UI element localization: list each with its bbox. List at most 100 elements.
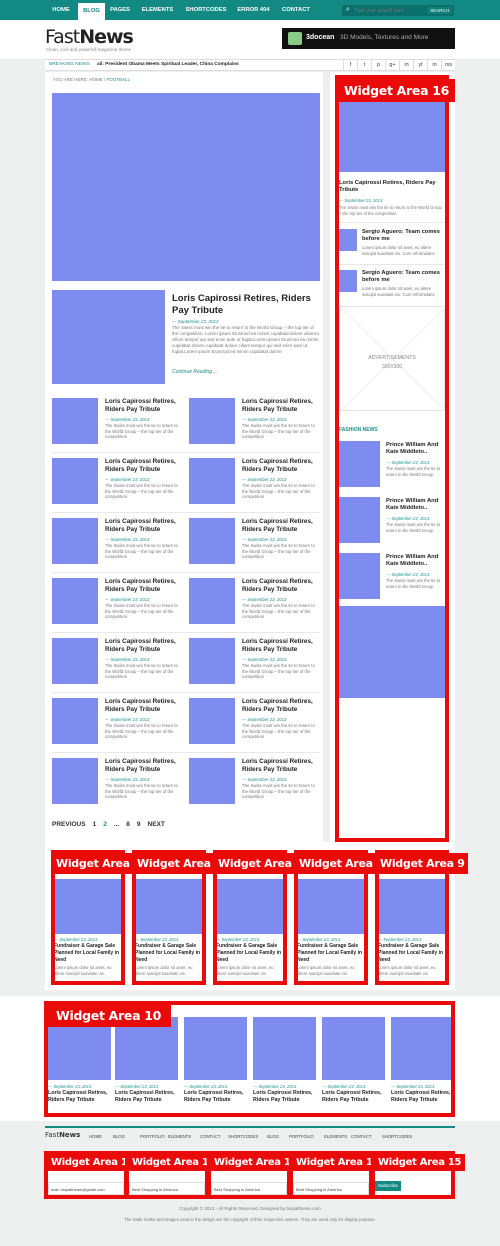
pagination-page-9[interactable]: 9 bbox=[137, 821, 141, 828]
post-card-image[interactable] bbox=[52, 518, 98, 564]
post-card-title[interactable]: Loris Capirossi Retires, Riders Pay Trib… bbox=[105, 518, 185, 533]
post-card-title[interactable]: Loris Capirossi Retires, Riders Pay Trib… bbox=[242, 518, 322, 533]
widget-area-9-label: Widget Area 9 bbox=[377, 853, 468, 874]
post-card-image[interactable] bbox=[52, 638, 98, 684]
pinterest-icon[interactable]: p bbox=[371, 60, 385, 71]
post-card-image[interactable] bbox=[52, 578, 98, 624]
nav-item-error-404[interactable]: ERROR 404 bbox=[232, 0, 275, 20]
post-card-title[interactable]: Loris Capirossi Retires, Riders Pay Trib… bbox=[242, 398, 322, 413]
youtube-icon[interactable]: yt bbox=[413, 60, 427, 71]
post-card-title[interactable]: Loris Capirossi Retires, Riders Pay Trib… bbox=[105, 698, 185, 713]
post-card: Loris Capirossi Retires, Riders Pay Trib… bbox=[52, 398, 186, 448]
post-card: Loris Capirossi Retires, Riders Pay Trib… bbox=[189, 698, 323, 748]
post-card-date: — September 23, 2013 bbox=[105, 477, 150, 482]
divider bbox=[52, 692, 320, 693]
footer-nav-item[interactable]: SHORTCODES bbox=[228, 1134, 258, 1139]
widget-area-16-label: Widget Area 16 bbox=[338, 79, 456, 102]
header-ad-banner[interactable]: 3docean 3D Models, Textures and More bbox=[282, 28, 455, 49]
footer-nav-item[interactable]: BLOG bbox=[113, 1134, 125, 1139]
nav-item-home[interactable]: HOME bbox=[44, 0, 78, 20]
footer-nav-item[interactable]: ELEMENTS bbox=[168, 1134, 191, 1139]
footer-nav-item[interactable]: SHORTCODES bbox=[382, 1134, 412, 1139]
post-card-title[interactable]: Loris Capirossi Retires, Riders Pay Trib… bbox=[105, 638, 185, 653]
footer-widget-field[interactable]: Best Shopping in America bbox=[293, 1182, 369, 1195]
post-card-summary: The Swiss must win the tie to return to … bbox=[242, 483, 315, 500]
divider bbox=[52, 632, 320, 633]
hero-image[interactable] bbox=[52, 93, 320, 281]
footer-widget-field[interactable]: Best Shopping in America bbox=[129, 1182, 205, 1195]
subscribe-button[interactable]: Subscribe bbox=[375, 1181, 402, 1191]
breadcrumb-home[interactable]: HOME bbox=[89, 77, 103, 82]
post-card-image[interactable] bbox=[189, 398, 235, 444]
post-card-summary: The Swiss must win the tie to return to … bbox=[105, 783, 178, 800]
nav-item-blog[interactable]: BLOG bbox=[78, 3, 105, 20]
footer-logo[interactable]: FastNews bbox=[45, 1131, 80, 1139]
post-card-title[interactable]: Loris Capirossi Retires, Riders Pay Trib… bbox=[105, 398, 185, 413]
featured-post-date: — September 23, 2013 bbox=[172, 319, 219, 324]
post-card-image[interactable] bbox=[52, 698, 98, 744]
linkedin-icon[interactable]: in bbox=[427, 60, 441, 71]
breaking-news-ticker[interactable]: ail: President Obama Meets Spiritual Lea… bbox=[97, 62, 239, 67]
post-card-image[interactable] bbox=[189, 758, 235, 804]
pagination-previous[interactable]: PREVIOUS bbox=[52, 821, 86, 828]
post-card-title[interactable]: Loris Capirossi Retires, Riders Pay Trib… bbox=[242, 698, 322, 713]
post-card-date: — September 23, 2013 bbox=[105, 597, 150, 602]
search-button[interactable]: SEARCH bbox=[427, 7, 452, 14]
post-card-image[interactable] bbox=[52, 758, 98, 804]
instagram-icon[interactable]: in bbox=[399, 60, 413, 71]
widget-area-16 bbox=[335, 75, 449, 842]
widget-area-8-label: Widget Area 8 bbox=[296, 853, 387, 874]
google-plus-icon[interactable]: g+ bbox=[385, 60, 399, 71]
post-card-image[interactable] bbox=[52, 458, 98, 504]
breaking-news-label: BREAKING NEWS bbox=[49, 62, 90, 67]
footer-nav-item[interactable]: PORTFOLIO bbox=[140, 1134, 165, 1139]
pagination-page-1[interactable]: 1 bbox=[93, 821, 97, 828]
nav-item-contact[interactable]: CONTACT bbox=[275, 0, 317, 20]
footer-nav-item[interactable]: HOME bbox=[89, 1134, 102, 1139]
post-card-date: — September 23, 2013 bbox=[242, 657, 287, 662]
continue-reading-link[interactable]: Continue Reading ... bbox=[172, 369, 218, 375]
site-logo[interactable]: FastNews bbox=[45, 26, 134, 48]
nav-item-elements[interactable]: ELEMENTS bbox=[135, 0, 180, 20]
search-input[interactable] bbox=[354, 6, 424, 15]
post-card-image[interactable] bbox=[189, 638, 235, 684]
banner-logo-icon bbox=[288, 32, 302, 45]
pagination-page-8[interactable]: 8 bbox=[126, 821, 130, 828]
post-card-summary: The Swiss must win the tie to return to … bbox=[242, 603, 315, 620]
post-card-image[interactable] bbox=[189, 458, 235, 504]
post-card-image[interactable] bbox=[189, 578, 235, 624]
divider bbox=[52, 752, 320, 753]
footer-widget-field[interactable]: mail: biopaltheme@gmail.com bbox=[48, 1182, 124, 1195]
widget-area-13-label: Widget Area 13 bbox=[210, 1154, 302, 1171]
footer-nav-item[interactable]: PORTFOLIO bbox=[289, 1134, 314, 1139]
footer-nav-item[interactable]: ELEMENTS bbox=[324, 1134, 347, 1139]
pagination-page-2[interactable]: 2 bbox=[103, 821, 107, 828]
twitter-icon[interactable]: t bbox=[357, 60, 371, 71]
post-card-title[interactable]: Loris Capirossi Retires, Riders Pay Trib… bbox=[105, 458, 185, 473]
widget-area-5-label: Widget Area 5 bbox=[53, 853, 144, 874]
nav-item-shortcodes[interactable]: SHORTCODES bbox=[180, 0, 232, 20]
post-card-date: — September 23, 2013 bbox=[242, 777, 287, 782]
post-card-image[interactable] bbox=[189, 698, 235, 744]
footer-nav-item[interactable]: BLOG bbox=[267, 1134, 279, 1139]
post-card-title[interactable]: Loris Capirossi Retires, Riders Pay Trib… bbox=[105, 578, 185, 593]
post-card-image[interactable] bbox=[52, 398, 98, 444]
nav-item-pages[interactable]: PAGES bbox=[105, 0, 135, 20]
post-card-title[interactable]: Loris Capirossi Retires, Riders Pay Trib… bbox=[242, 578, 322, 593]
post-card-image[interactable] bbox=[189, 518, 235, 564]
post-card-title[interactable]: Loris Capirossi Retires, Riders Pay Trib… bbox=[242, 458, 322, 473]
pagination-next[interactable]: NEXT bbox=[148, 821, 165, 828]
footer-nav-item[interactable]: CONTACT bbox=[351, 1134, 371, 1139]
site-tagline: Clean, cool and powerfull magazine theme bbox=[46, 47, 132, 52]
post-card-title[interactable]: Loris Capirossi Retires, Riders Pay Trib… bbox=[242, 758, 322, 773]
rss-icon[interactable]: rss bbox=[441, 60, 455, 71]
facebook-icon[interactable]: f bbox=[343, 60, 357, 71]
post-card-title[interactable]: Loris Capirossi Retires, Riders Pay Trib… bbox=[242, 638, 322, 653]
footer-widget-field[interactable]: Best Shopping in America bbox=[211, 1182, 287, 1195]
footer-nav-item[interactable]: CONTACT bbox=[200, 1134, 220, 1139]
post-card-title[interactable]: Loris Capirossi Retires, Riders Pay Trib… bbox=[105, 758, 185, 773]
featured-post-image[interactable] bbox=[52, 290, 165, 384]
featured-post-title[interactable]: Loris Capirossi Retires, Riders Pay Trib… bbox=[172, 293, 322, 317]
post-card-summary: The Swiss must win the tie to return to … bbox=[242, 423, 315, 440]
search-icon: ⌕ bbox=[346, 6, 350, 13]
